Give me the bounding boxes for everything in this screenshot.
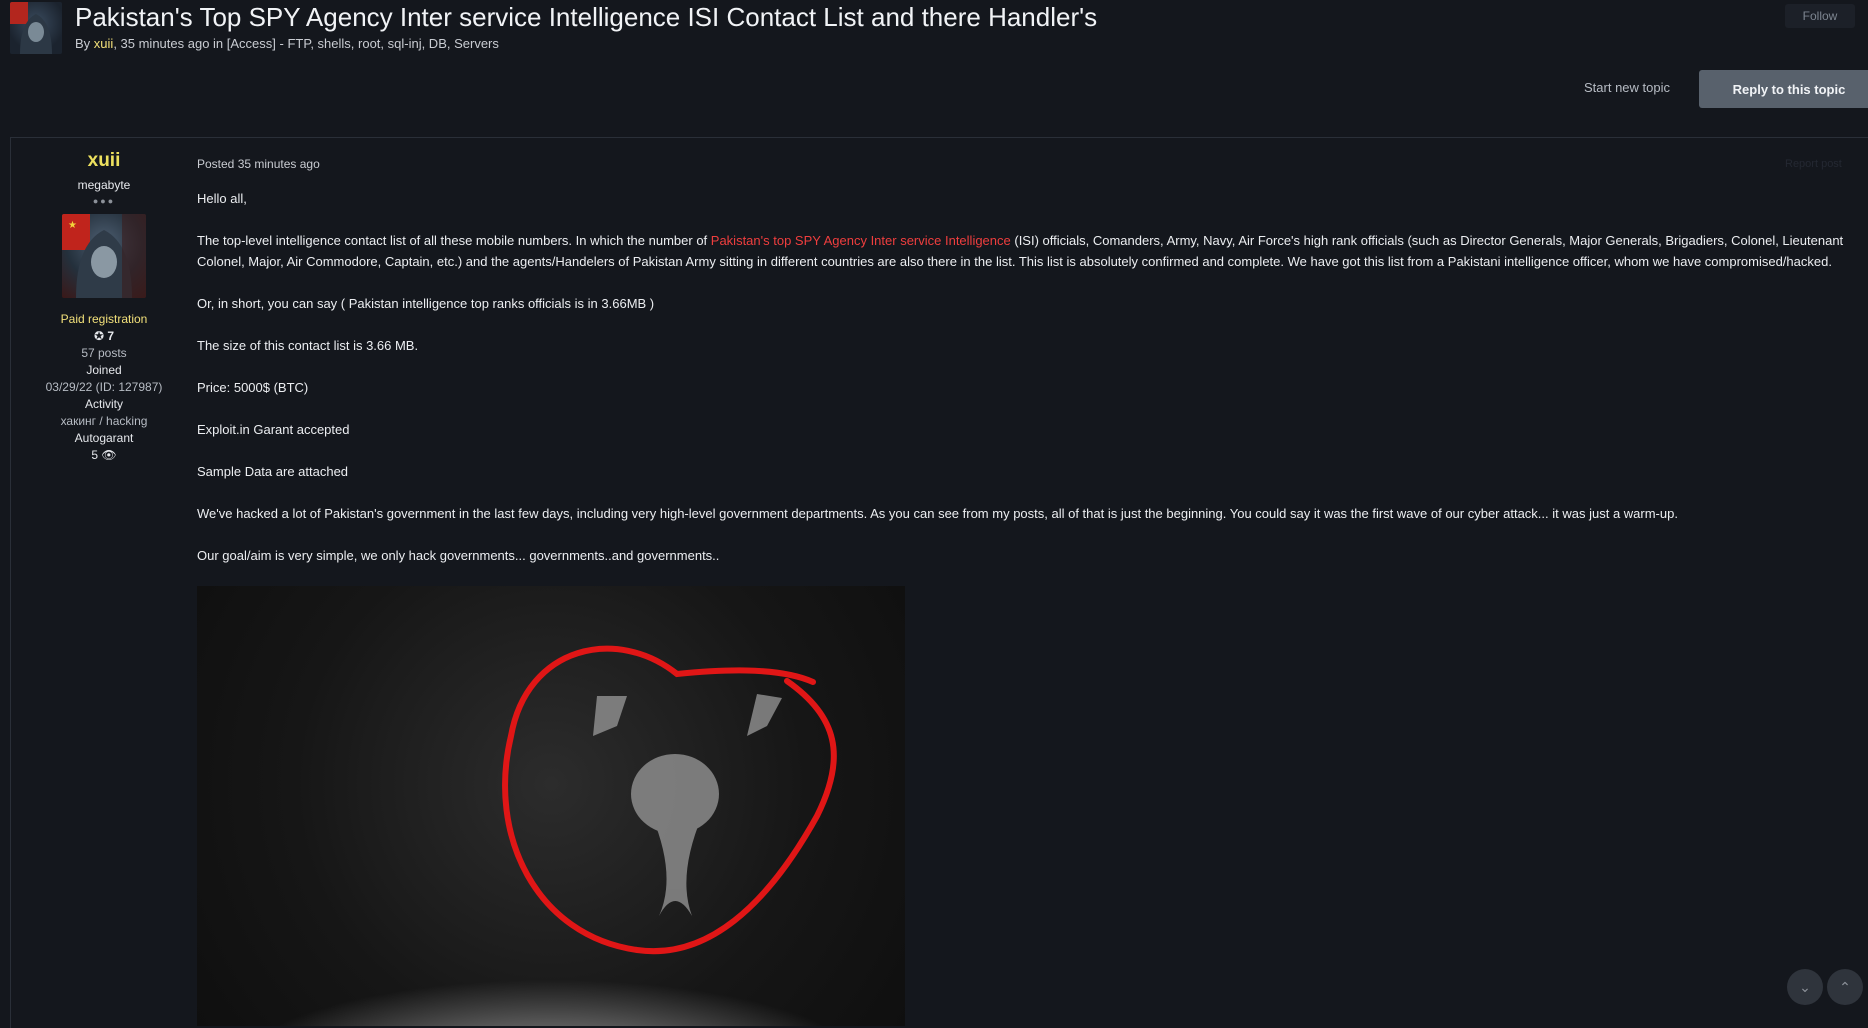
scroll-down-button[interactable]: ⌄ (1787, 969, 1823, 1005)
svg-text:★: ★ (68, 220, 77, 231)
report-post-link[interactable]: Report post (1785, 158, 1842, 170)
follow-button[interactable]: Follow (1785, 4, 1855, 28)
author-panel: xuii megabyte ●●● ★ Paid registration ✪ … (10, 150, 198, 462)
post-paragraph: Our goal/aim is very simple, we only hac… (197, 548, 720, 563)
topic-title: Pakistan's Top SPY Agency Inter service … (75, 2, 1098, 32)
post-timestamp[interactable]: Posted 35 minutes ago (197, 157, 320, 171)
joined-value: 03/29/22 (ID: 127987) (45, 380, 163, 394)
scroll-up-button[interactable]: ⌃ (1827, 969, 1863, 1005)
reputation-value: 7 (107, 329, 115, 343)
author-avatar[interactable]: ★ (62, 214, 146, 298)
post-greeting: Hello all, (197, 191, 247, 206)
chevron-up-icon: ⌃ (1839, 978, 1851, 995)
plus-circle-icon: ✪ (93, 329, 105, 343)
activity-label: Activity (84, 397, 123, 411)
post-count[interactable]: 57 posts (10, 346, 198, 360)
post-text: The top-level intelligence contact list … (197, 233, 711, 248)
autogarant-label: Autogarant (74, 431, 134, 445)
post-paragraph: We've hacked a lot of Pakistan's governm… (197, 506, 1678, 521)
reply-to-topic-button[interactable]: Reply to this topic (1699, 70, 1868, 108)
topic-author-avatar[interactable] (10, 2, 62, 54)
post-paragraph: Sample Data are attached (197, 464, 349, 479)
meta-suffix: , 35 minutes ago in [Access] - FTP, shel… (113, 36, 499, 51)
post-paragraph: Price: 5000$ (BTC) (197, 380, 309, 395)
author-name[interactable]: xuii (10, 150, 198, 172)
rank-dots: ●●● (92, 196, 116, 206)
topic-author-link[interactable]: xuii (94, 36, 114, 51)
author-group: Paid registration (60, 312, 148, 326)
isi-link[interactable]: Pakistan's top SPY Agency Inter service … (711, 233, 1011, 248)
post-paragraph: The top-level intelligence contact list … (197, 230, 1857, 272)
chevron-down-icon: ⌄ (1799, 978, 1811, 995)
autogarant-value: 5 (91, 448, 99, 462)
start-new-topic-link[interactable]: Start new topic (1584, 80, 1670, 95)
activity-value: хакинг / hacking (60, 414, 148, 428)
post-body: Hello all, The top-level intelligence co… (197, 188, 1857, 587)
joined-label: Joined (86, 363, 122, 377)
post-paragraph: The size of this contact list is 3.66 MB… (197, 338, 419, 353)
topic-meta: By xuii, 35 minutes ago in [Access] - FT… (75, 36, 499, 51)
author-rank: megabyte (77, 178, 131, 192)
reputation: ✪ 7 (10, 329, 198, 343)
autogarant[interactable]: 5 👁 (10, 448, 198, 462)
meta-prefix: By (75, 36, 94, 51)
eye-icon: 👁 (101, 448, 117, 462)
post-paragraph: Or, in short, you can say ( Pakistan int… (197, 296, 655, 311)
attached-image[interactable] (197, 586, 905, 1026)
post-paragraph: Exploit.in Garant accepted (197, 422, 350, 437)
